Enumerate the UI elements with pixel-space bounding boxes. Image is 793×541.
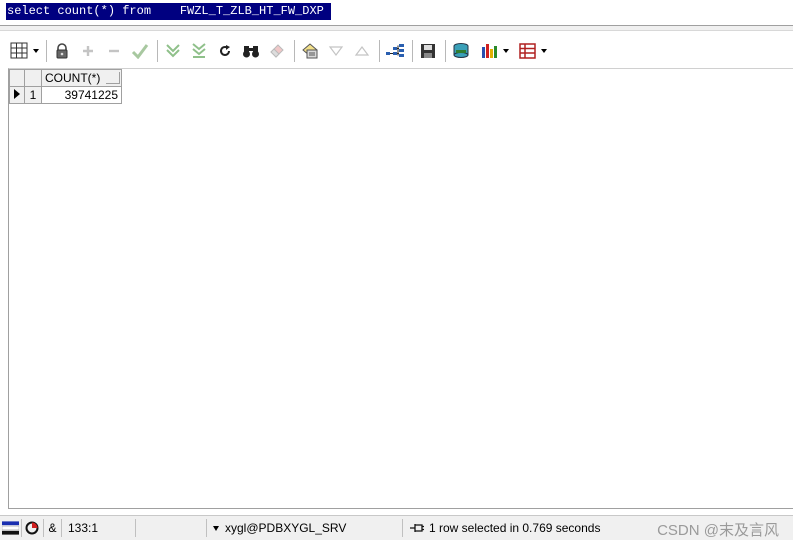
sort-ascending-button[interactable] <box>351 40 373 62</box>
editor-splitter[interactable] <box>0 25 793 31</box>
add-record-icon <box>83 46 93 56</box>
toolbar-separator <box>46 40 47 62</box>
lock-button[interactable] <box>51 40 73 62</box>
grid-view-button[interactable] <box>6 40 40 62</box>
toolbar-separator <box>294 40 295 62</box>
refresh-button[interactable] <box>214 40 236 62</box>
row-number: 1 <box>24 86 42 104</box>
refresh-icon <box>220 45 230 56</box>
toolbar-separator <box>379 40 380 62</box>
status-flag <box>0 519 22 537</box>
lock-icon <box>56 43 68 59</box>
status-bar: & 133:1 xygl@PDBXYGL_SRV 1 row selected … <box>0 515 793 540</box>
toolbar-separator <box>157 40 158 62</box>
column-header-label: COUNT(*) <box>45 71 101 85</box>
connection-selector[interactable]: xygl@PDBXYGL_SRV <box>207 519 403 537</box>
column-header-count[interactable]: COUNT(*) <box>41 69 122 87</box>
fetch-next-page-button[interactable] <box>162 40 184 62</box>
cursor-position: 133:1 <box>62 519 136 537</box>
status-message: 1 row selected in 0.769 seconds <box>429 521 601 535</box>
query-by-example-button[interactable] <box>299 40 321 62</box>
sort-descending-icon <box>328 46 344 56</box>
pin-icon <box>410 524 424 532</box>
sql-editor[interactable]: select count(*) from FWZL_T_ZLB_HT_FW_DX… <box>0 0 793 25</box>
chart-icon <box>482 44 497 58</box>
fetch-last-page-icon <box>192 43 206 58</box>
status-spinner <box>22 519 44 537</box>
grid-view-icon <box>10 42 28 59</box>
single-record-view-button[interactable] <box>514 40 548 62</box>
explain-plan-button[interactable] <box>384 40 406 62</box>
result-grid[interactable]: COUNT(*) 1 39741225 <box>8 68 793 509</box>
find-button[interactable] <box>240 40 262 62</box>
watermark: CSDN @末及言风 <box>657 522 779 539</box>
single-record-view-icon <box>519 43 536 59</box>
substitution-indicator: & <box>44 519 62 537</box>
busy-indicator-icon <box>25 521 39 535</box>
results-toolbar <box>6 34 786 68</box>
header-row: COUNT(*) <box>9 69 122 87</box>
save-icon <box>421 44 435 58</box>
column-filter-button[interactable] <box>106 72 120 84</box>
sort-ascending-icon <box>354 46 370 56</box>
row-number-header <box>24 69 42 87</box>
sql-selected-text[interactable]: select count(*) from FWZL_T_ZLB_HT_FW_DX… <box>6 3 331 20</box>
delete-record-icon <box>109 49 119 53</box>
result-table: COUNT(*) 1 39741225 <box>9 69 122 104</box>
connection-dropdown-icon <box>213 525 219 531</box>
find-binoculars-icon <box>243 46 259 58</box>
explain-plan-icon <box>386 44 404 57</box>
connection-label: xygl@PDBXYGL_SRV <box>225 521 347 535</box>
single-record-view-dropdown-icon[interactable] <box>541 49 547 53</box>
fetch-next-page-icon <box>166 44 180 58</box>
fetch-last-page-button[interactable] <box>188 40 210 62</box>
save-button[interactable] <box>417 40 439 62</box>
post-changes-button[interactable] <box>129 40 151 62</box>
clear-button[interactable] <box>266 40 288 62</box>
current-row-indicator-icon <box>9 86 25 104</box>
toolbar-separator <box>445 40 446 62</box>
chart-button[interactable] <box>476 40 510 62</box>
grid-view-dropdown-icon[interactable] <box>33 49 39 53</box>
chart-dropdown-icon[interactable] <box>503 49 509 53</box>
sort-descending-button[interactable] <box>325 40 347 62</box>
query-by-example-icon <box>302 43 318 59</box>
post-changes-icon <box>131 44 149 59</box>
add-record-button[interactable] <box>77 40 99 62</box>
clear-eraser-icon <box>270 44 284 58</box>
count-cell[interactable]: 39741225 <box>41 86 122 104</box>
status-flag-icon <box>2 521 19 535</box>
toolbar-separator <box>412 40 413 62</box>
export-icon <box>453 43 469 58</box>
delete-record-button[interactable] <box>103 40 125 62</box>
grid-corner-cell[interactable] <box>9 69 25 87</box>
status-empty-segment <box>136 519 207 537</box>
export-button[interactable] <box>450 40 472 62</box>
table-row[interactable]: 1 39741225 <box>9 86 122 104</box>
